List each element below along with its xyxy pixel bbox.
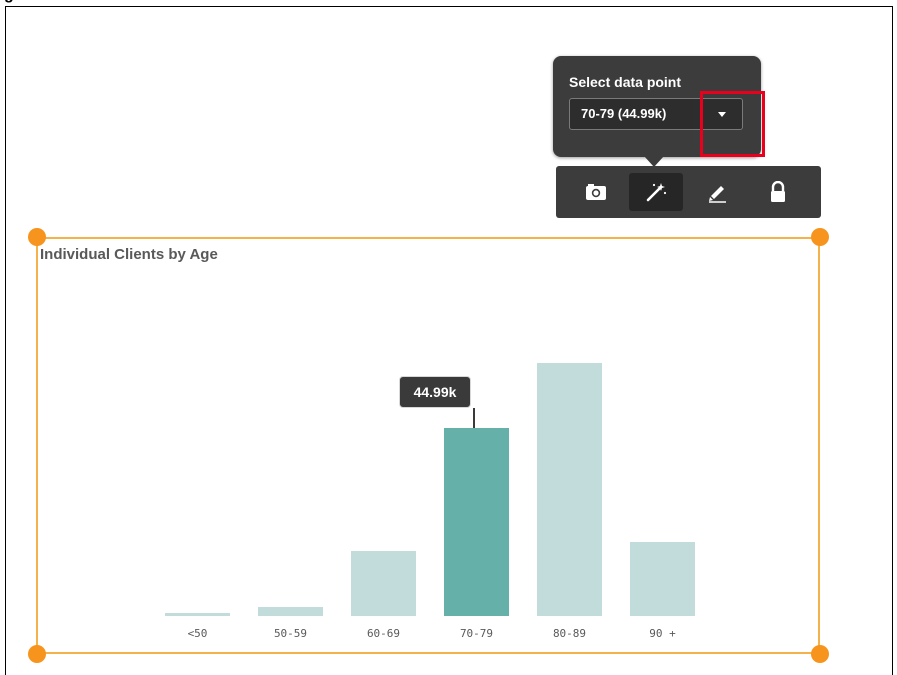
- popup-title: Select data point: [569, 74, 682, 90]
- lock-icon: [771, 181, 785, 202]
- resize-handle-bottom-right[interactable]: [811, 645, 829, 663]
- resize-handle-top-right[interactable]: [811, 228, 829, 246]
- resize-handle-top-left[interactable]: [28, 228, 46, 246]
- pencil-icon: [709, 186, 726, 203]
- x-tick-label: 90 +: [649, 627, 676, 640]
- explore-button[interactable]: [629, 173, 683, 211]
- bar-70-79[interactable]: [444, 428, 509, 616]
- resize-handle-bottom-left[interactable]: [28, 645, 46, 663]
- x-tick-label: 70-79: [459, 627, 494, 640]
- data-point-dropdown-value: 70-79 (44.99k): [581, 106, 667, 121]
- bar-90+[interactable]: [630, 542, 695, 616]
- tooltip-stem: [473, 408, 475, 428]
- bar-60-69[interactable]: [351, 551, 416, 616]
- bar-50-59[interactable]: [258, 607, 323, 616]
- x-tick-label: <50: [187, 627, 208, 640]
- edit-button[interactable]: [690, 173, 744, 211]
- lock-button[interactable]: [751, 173, 805, 211]
- annotation-highlight-box: [700, 91, 765, 157]
- bar-80-89[interactable]: [537, 363, 602, 616]
- chart-selection-border: [36, 237, 820, 654]
- data-point-tooltip: 44.99k: [399, 376, 471, 408]
- snapshot-button[interactable]: [569, 173, 623, 211]
- x-tick-label: 80-89: [552, 627, 587, 640]
- magic-wand-icon: [646, 183, 667, 202]
- camera-icon: [586, 184, 606, 200]
- x-tick-label: 60-69: [366, 627, 401, 640]
- bar-<50[interactable]: [165, 613, 230, 616]
- chart-title: Individual Clients by Age: [40, 246, 218, 263]
- x-tick-label: 50-59: [273, 627, 308, 640]
- object-toolbar: [556, 166, 821, 218]
